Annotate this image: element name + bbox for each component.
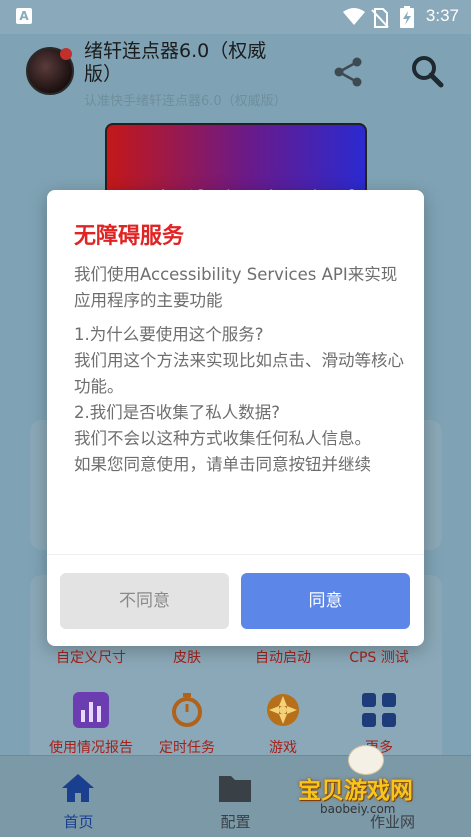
- accessibility-dialog: 无障碍服务 我们使用Accessibility Services API来实现应…: [47, 190, 424, 646]
- dialog-question-2: 2.我们是否收集了私人数据?: [74, 403, 281, 422]
- watermark-text: 宝贝游戏网: [298, 778, 413, 804]
- agree-button[interactable]: 同意: [241, 573, 410, 629]
- watermark-url: baobeiy.com: [320, 802, 396, 816]
- dialog-divider: [47, 554, 424, 555]
- dialog-body: 我们使用Accessibility Services API来实现应用程序的主要…: [74, 262, 404, 478]
- watermark: 宝贝游戏网 baobeiy.com: [290, 745, 450, 837]
- dialog-answer-2: 我们不会以这种方式收集任何私人信息。: [74, 429, 371, 448]
- dialog-question-1: 1.为什么要使用这个服务?: [74, 325, 264, 344]
- dialog-intro: 我们使用Accessibility Services API来实现应用程序的主要…: [74, 265, 398, 310]
- dialog-answer-1: 我们用这个方法来实现比如点击、滑动等核心功能。: [74, 351, 404, 396]
- dialog-consent-text: 如果您同意使用，请单击同意按钮并继续: [74, 455, 371, 474]
- disagree-button[interactable]: 不同意: [60, 573, 229, 629]
- dialog-title: 无障碍服务: [74, 224, 185, 249]
